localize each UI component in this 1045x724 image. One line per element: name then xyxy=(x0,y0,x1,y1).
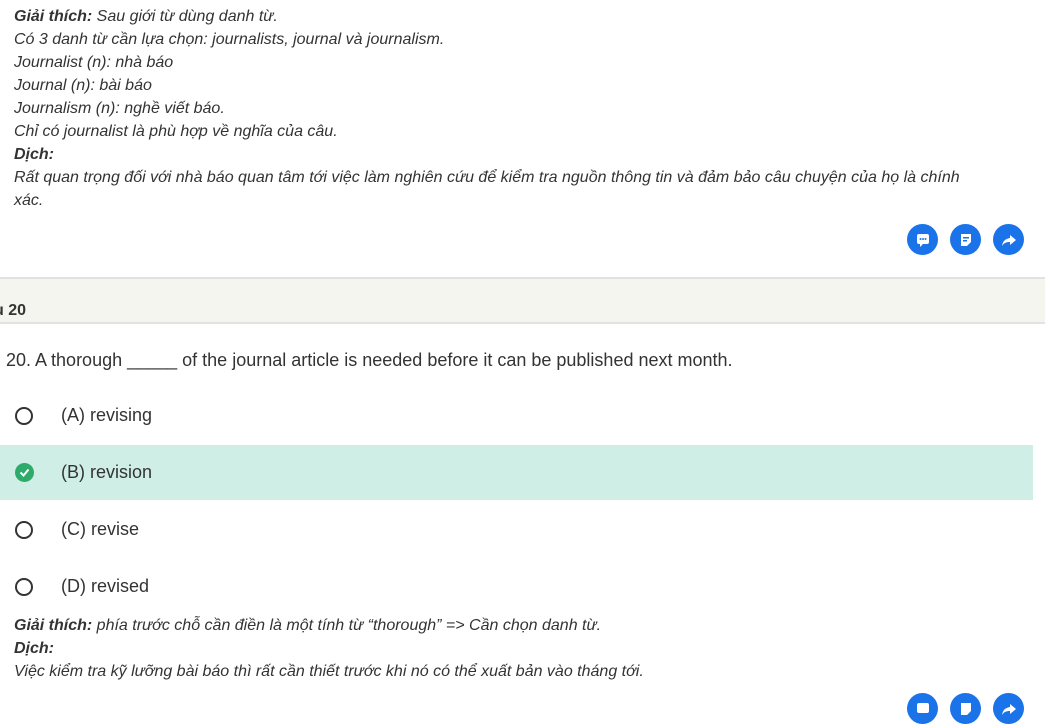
comment-button[interactable] xyxy=(907,693,938,724)
option-a[interactable]: (A) revising xyxy=(0,388,1033,443)
explanation-line: Chỉ có journalist là phù hợp về nghĩa củ… xyxy=(14,123,338,140)
question-text: 20. A thorough _____ of the journal arti… xyxy=(6,350,733,370)
option-b[interactable]: (B) revision xyxy=(0,445,1033,500)
question-number-label: u 20 xyxy=(0,302,27,319)
explanation-line: Có 3 danh từ cần lựa chọn: journalists, … xyxy=(14,31,445,48)
explanation-line: Giải thích: Sau giới từ dùng danh từ. xyxy=(14,5,960,28)
explanation-block: Giải thích: phía trước chỗ cần điền là m… xyxy=(14,614,644,683)
translation-heading: Dịch: xyxy=(14,640,54,657)
explanation-heading: Giải thích: xyxy=(14,8,93,25)
share-button[interactable] xyxy=(993,693,1024,724)
check-circle-icon[interactable] xyxy=(15,463,34,482)
option-c[interactable]: (C) revise xyxy=(0,502,1033,557)
translation-text: Việc kiểm tra kỹ lưỡng bài báo thì rất c… xyxy=(14,663,644,680)
translation-heading: Dịch: xyxy=(14,146,54,163)
comment-icon xyxy=(916,702,929,713)
explanation-line: Journalism (n): nghề viết báo. xyxy=(14,100,225,117)
comment-button[interactable] xyxy=(907,224,938,255)
explanation-heading: Giải thích: xyxy=(14,617,93,634)
explanation-line: Journalist (n): nhà báo xyxy=(14,54,174,71)
share-icon xyxy=(1001,234,1016,246)
radio-icon[interactable] xyxy=(15,577,33,596)
translation-text: xác. xyxy=(14,192,44,209)
explanation-line: Journal (n): bài báo xyxy=(14,77,152,94)
share-button[interactable] xyxy=(993,224,1024,255)
action-bar xyxy=(907,693,1024,724)
option-label: (A) revising xyxy=(61,405,153,425)
explanation-text: phía trước chỗ cần điền là một tính từ “… xyxy=(92,617,602,634)
note-icon xyxy=(960,233,971,246)
note-icon xyxy=(960,702,971,715)
share-icon xyxy=(1001,703,1016,715)
option-d[interactable]: (D) revised xyxy=(0,559,1033,614)
option-label: (C) revise xyxy=(61,519,140,539)
option-label: (B) revision xyxy=(61,462,153,482)
option-label: (D) revised xyxy=(61,576,150,596)
explanation-text: Sau giới từ dùng danh từ. xyxy=(92,8,278,25)
radio-icon[interactable] xyxy=(15,520,33,539)
radio-icon[interactable] xyxy=(15,406,33,425)
translation-text: Rất quan trọng đối với nhà báo quan tâm … xyxy=(14,169,960,186)
comment-icon xyxy=(916,233,929,247)
note-button[interactable] xyxy=(950,224,981,255)
action-bar xyxy=(907,224,1024,255)
explanation-line: Giải thích: phía trước chỗ cần điền là m… xyxy=(14,614,644,637)
explanation-block: Giải thích: Sau giới từ dùng danh từ. Có… xyxy=(14,5,960,212)
question-header: u 20 xyxy=(0,279,1045,324)
note-button[interactable] xyxy=(950,693,981,724)
